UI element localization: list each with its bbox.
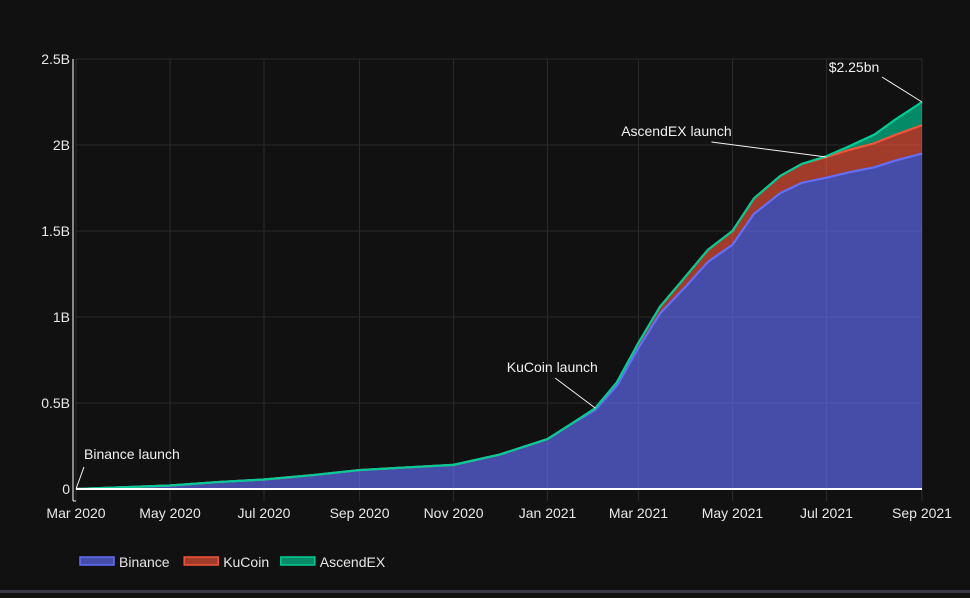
legend-label-ascendex: AscendEX — [320, 554, 386, 570]
y-tick-label: 2.5B — [41, 51, 70, 67]
annotation-arrow — [555, 377, 596, 409]
y-tick-label: 2B — [53, 137, 70, 153]
x-tick-label: Sep 2020 — [330, 505, 390, 521]
annotation-arrow — [881, 76, 923, 103]
x-tick-label: Jul 2020 — [238, 505, 291, 521]
x-tick-label: Sep 2021 — [892, 505, 952, 521]
annotation-label: KuCoin launch — [507, 359, 598, 375]
annotation-arrow — [75, 466, 85, 490]
legend-swatch-kucoin — [183, 556, 219, 566]
y-tick-label: 1.5B — [41, 223, 70, 239]
annotation-arrow — [711, 141, 827, 158]
legend-label-binance: Binance — [119, 554, 170, 570]
x-tick-label: Jul 2021 — [800, 505, 853, 521]
chart-root: 0 0.5B 1B 1.5B 2B 2.5B Mar 2020 May 2020 Jul 202… — [0, 0, 970, 593]
x-tick-label: Mar 2020 — [46, 505, 105, 521]
x-tick-label: May 2020 — [139, 505, 201, 521]
annotation-label: $2.25bn — [829, 59, 880, 75]
annotation-label: Binance launch — [84, 446, 180, 462]
y-tick-label: 0 — [62, 481, 70, 497]
x-tick-label: Mar 2021 — [609, 505, 668, 521]
legend-label-kucoin: KuCoin — [223, 554, 269, 570]
legend-swatch-ascendex — [280, 556, 316, 566]
x-tick-label: May 2021 — [702, 505, 764, 521]
area-binance — [76, 153, 922, 489]
legend-swatch-binance — [79, 556, 115, 566]
x-tick-label: Jan 2021 — [519, 505, 577, 521]
y-tick-label: 0.5B — [41, 395, 70, 411]
x-tick-label: Nov 2020 — [424, 505, 484, 521]
y-tick-label: 1B — [53, 309, 70, 325]
annotation-label: AscendEX launch — [621, 123, 732, 139]
stacked-area-chart: 0 0.5B 1B 1.5B 2B 2.5B Mar 2020 May 2020 Jul 202… — [41, 51, 952, 570]
